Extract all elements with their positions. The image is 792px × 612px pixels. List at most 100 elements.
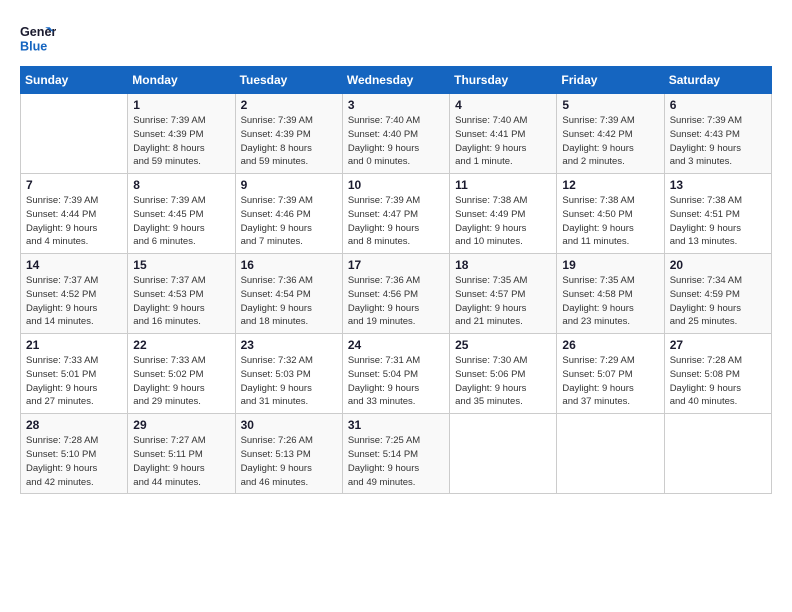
- calendar-cell: [21, 94, 128, 174]
- calendar-cell: 16Sunrise: 7:36 AM Sunset: 4:54 PM Dayli…: [235, 254, 342, 334]
- day-number: 7: [26, 178, 122, 192]
- day-info: Sunrise: 7:38 AM Sunset: 4:49 PM Dayligh…: [455, 194, 551, 249]
- day-number: 19: [562, 258, 658, 272]
- day-info: Sunrise: 7:35 AM Sunset: 4:58 PM Dayligh…: [562, 274, 658, 329]
- calendar-cell: 13 Sunrise: 7:38 AM Sunset: 4:51 PM Dayli…: [664, 174, 771, 254]
- calendar-cell: 6Sunrise: 7:39 AM Sunset: 4:43 PM Daylig…: [664, 94, 771, 174]
- day-info: Sunrise: 7:39 AM Sunset: 4:45 PM Dayligh…: [133, 194, 229, 249]
- day-number: 30: [241, 418, 337, 432]
- day-number: 11: [455, 178, 551, 192]
- day-info: Sunrise: 7:34 AM Sunset: 4:59 PM Dayligh…: [670, 274, 766, 329]
- day-info: Sunrise: 7:35 AM Sunset: 4:57 PM Dayligh…: [455, 274, 551, 329]
- logo: General Blue: [20, 20, 60, 56]
- day-number: 16: [241, 258, 337, 272]
- calendar-cell: 3 Sunrise: 7:40 AM Sunset: 4:40 PM Daylig…: [342, 94, 449, 174]
- day-info: Sunrise: 7:39 AM Sunset: 4:46 PM Dayligh…: [241, 194, 337, 249]
- day-info: Sunrise: 7:28 AM Sunset: 5:08 PM Dayligh…: [670, 354, 766, 409]
- day-number: 2: [241, 98, 337, 112]
- day-number: 29: [133, 418, 229, 432]
- page-header: General Blue: [20, 20, 772, 56]
- day-info: Sunrise: 7:39 AM Sunset: 4:47 PM Dayligh…: [348, 194, 444, 249]
- day-info: Sunrise: 7:28 AM Sunset: 5:10 PM Dayligh…: [26, 434, 122, 489]
- weekday-header-monday: Monday: [128, 67, 235, 94]
- day-info: Sunrise: 7:29 AM Sunset: 5:07 PM Dayligh…: [562, 354, 658, 409]
- day-info: Sunrise: 7:32 AM Sunset: 5:03 PM Dayligh…: [241, 354, 337, 409]
- calendar-header: SundayMondayTuesdayWednesdayThursdayFrid…: [21, 67, 772, 94]
- logo-icon: General Blue: [20, 20, 56, 56]
- calendar-cell: 23 Sunrise: 7:32 AM Sunset: 5:03 PM Dayli…: [235, 334, 342, 414]
- day-info: Sunrise: 7:39 AM Sunset: 4:39 PM Dayligh…: [133, 114, 229, 169]
- calendar-cell: 19 Sunrise: 7:35 AM Sunset: 4:58 PM Dayli…: [557, 254, 664, 334]
- calendar-cell: 24Sunrise: 7:31 AM Sunset: 5:04 PM Dayli…: [342, 334, 449, 414]
- calendar-cell: 15 Sunrise: 7:37 AM Sunset: 4:53 PM Dayli…: [128, 254, 235, 334]
- day-number: 21: [26, 338, 122, 352]
- calendar-cell: 17Sunrise: 7:36 AM Sunset: 4:56 PM Dayli…: [342, 254, 449, 334]
- calendar-cell: 29 Sunrise: 7:27 AM Sunset: 5:11 PM Dayli…: [128, 414, 235, 494]
- calendar-cell: 2Sunrise: 7:39 AM Sunset: 4:39 PM Daylig…: [235, 94, 342, 174]
- day-number: 31: [348, 418, 444, 432]
- weekday-header-friday: Friday: [557, 67, 664, 94]
- calendar-cell: 4Sunrise: 7:40 AM Sunset: 4:41 PM Daylig…: [450, 94, 557, 174]
- day-info: Sunrise: 7:40 AM Sunset: 4:41 PM Dayligh…: [455, 114, 551, 169]
- calendar-cell: 21 Sunrise: 7:33 AM Sunset: 5:01 PM Dayli…: [21, 334, 128, 414]
- calendar-week-2: 7Sunrise: 7:39 AM Sunset: 4:44 PM Daylig…: [21, 174, 772, 254]
- day-info: Sunrise: 7:27 AM Sunset: 5:11 PM Dayligh…: [133, 434, 229, 489]
- day-info: Sunrise: 7:39 AM Sunset: 4:42 PM Dayligh…: [562, 114, 658, 169]
- day-number: 9: [241, 178, 337, 192]
- calendar-cell: 10 Sunrise: 7:39 AM Sunset: 4:47 PM Dayli…: [342, 174, 449, 254]
- day-number: 28: [26, 418, 122, 432]
- calendar-cell: 22 Sunrise: 7:33 AM Sunset: 5:02 PM Dayli…: [128, 334, 235, 414]
- weekday-header-saturday: Saturday: [664, 67, 771, 94]
- day-number: 3: [348, 98, 444, 112]
- day-info: Sunrise: 7:26 AM Sunset: 5:13 PM Dayligh…: [241, 434, 337, 489]
- calendar-cell: 18 Sunrise: 7:35 AM Sunset: 4:57 PM Dayli…: [450, 254, 557, 334]
- day-number: 8: [133, 178, 229, 192]
- calendar-week-3: 14Sunrise: 7:37 AM Sunset: 4:52 PM Dayli…: [21, 254, 772, 334]
- day-number: 23: [241, 338, 337, 352]
- day-number: 26: [562, 338, 658, 352]
- day-info: Sunrise: 7:30 AM Sunset: 5:06 PM Dayligh…: [455, 354, 551, 409]
- day-number: 5: [562, 98, 658, 112]
- calendar-cell: 12 Sunrise: 7:38 AM Sunset: 4:50 PM Dayli…: [557, 174, 664, 254]
- day-number: 13: [670, 178, 766, 192]
- calendar-week-5: 28 Sunrise: 7:28 AM Sunset: 5:10 PM Dayli…: [21, 414, 772, 494]
- day-info: Sunrise: 7:37 AM Sunset: 4:53 PM Dayligh…: [133, 274, 229, 329]
- calendar-cell: 31 Sunrise: 7:25 AM Sunset: 5:14 PM Dayli…: [342, 414, 449, 494]
- calendar-cell: 30 Sunrise: 7:26 AM Sunset: 5:13 PM Dayli…: [235, 414, 342, 494]
- weekday-header-sunday: Sunday: [21, 67, 128, 94]
- calendar-cell: 8 Sunrise: 7:39 AM Sunset: 4:45 PM Daylig…: [128, 174, 235, 254]
- day-number: 15: [133, 258, 229, 272]
- calendar-cell: 20Sunrise: 7:34 AM Sunset: 4:59 PM Dayli…: [664, 254, 771, 334]
- day-info: Sunrise: 7:33 AM Sunset: 5:02 PM Dayligh…: [133, 354, 229, 409]
- calendar-cell: 5 Sunrise: 7:39 AM Sunset: 4:42 PM Daylig…: [557, 94, 664, 174]
- calendar-cell: 14Sunrise: 7:37 AM Sunset: 4:52 PM Dayli…: [21, 254, 128, 334]
- day-info: Sunrise: 7:38 AM Sunset: 4:51 PM Dayligh…: [670, 194, 766, 249]
- calendar-cell: 27 Sunrise: 7:28 AM Sunset: 5:08 PM Dayli…: [664, 334, 771, 414]
- day-info: Sunrise: 7:40 AM Sunset: 4:40 PM Dayligh…: [348, 114, 444, 169]
- day-number: 1: [133, 98, 229, 112]
- weekday-header-thursday: Thursday: [450, 67, 557, 94]
- day-number: 22: [133, 338, 229, 352]
- day-number: 14: [26, 258, 122, 272]
- day-number: 10: [348, 178, 444, 192]
- calendar-cell: 28 Sunrise: 7:28 AM Sunset: 5:10 PM Dayli…: [21, 414, 128, 494]
- day-number: 25: [455, 338, 551, 352]
- day-info: Sunrise: 7:25 AM Sunset: 5:14 PM Dayligh…: [348, 434, 444, 489]
- calendar-body: 1 Sunrise: 7:39 AM Sunset: 4:39 PM Daylig…: [21, 94, 772, 494]
- calendar-cell: 25 Sunrise: 7:30 AM Sunset: 5:06 PM Dayli…: [450, 334, 557, 414]
- weekday-row: SundayMondayTuesdayWednesdayThursdayFrid…: [21, 67, 772, 94]
- day-number: 27: [670, 338, 766, 352]
- weekday-header-tuesday: Tuesday: [235, 67, 342, 94]
- calendar-cell: 11 Sunrise: 7:38 AM Sunset: 4:49 PM Dayli…: [450, 174, 557, 254]
- day-info: Sunrise: 7:33 AM Sunset: 5:01 PM Dayligh…: [26, 354, 122, 409]
- day-number: 6: [670, 98, 766, 112]
- day-info: Sunrise: 7:38 AM Sunset: 4:50 PM Dayligh…: [562, 194, 658, 249]
- svg-text:Blue: Blue: [20, 40, 47, 54]
- calendar-cell: [450, 414, 557, 494]
- svg-text:General: General: [20, 25, 56, 39]
- day-number: 12: [562, 178, 658, 192]
- day-info: Sunrise: 7:36 AM Sunset: 4:56 PM Dayligh…: [348, 274, 444, 329]
- calendar-week-4: 21 Sunrise: 7:33 AM Sunset: 5:01 PM Dayli…: [21, 334, 772, 414]
- weekday-header-wednesday: Wednesday: [342, 67, 449, 94]
- day-number: 18: [455, 258, 551, 272]
